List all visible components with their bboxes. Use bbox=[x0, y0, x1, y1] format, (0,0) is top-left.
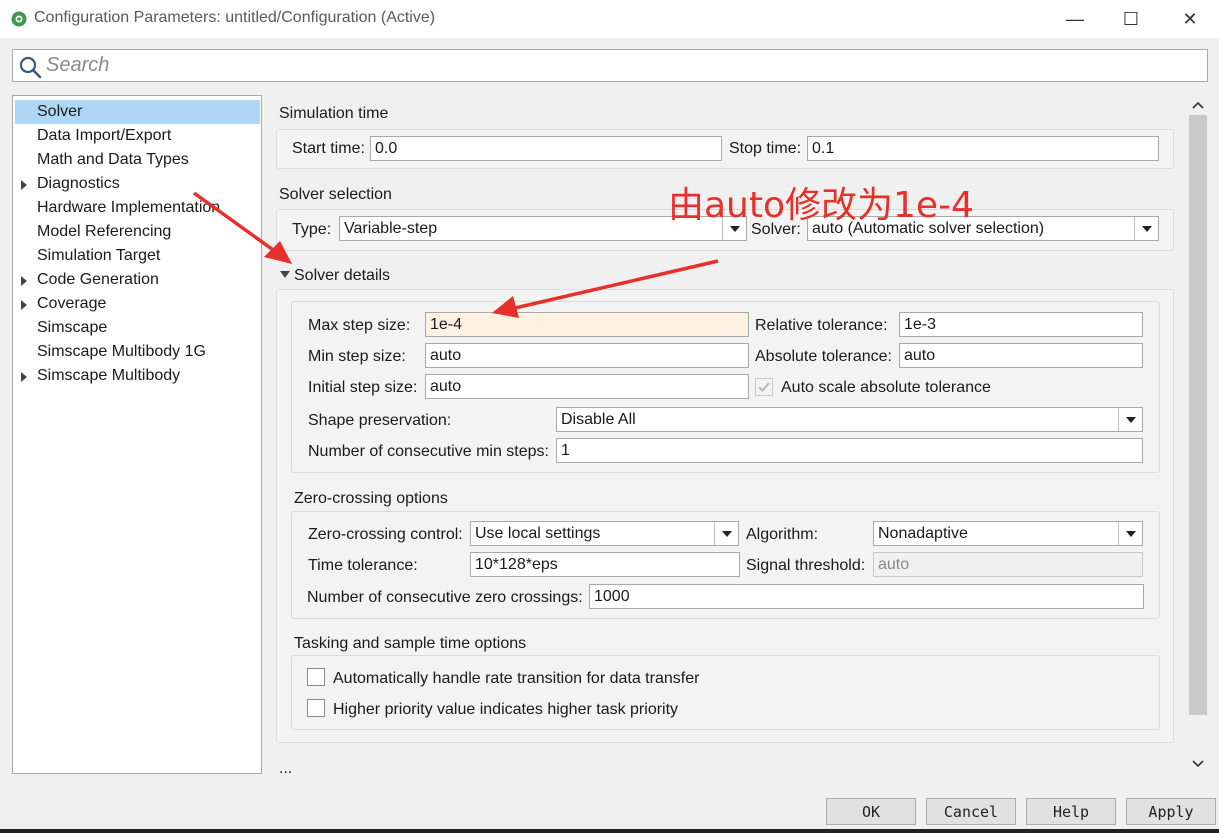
auto-scale-label: Auto scale absolute tolerance bbox=[781, 379, 991, 396]
consecutive-zero-crossings-label: Number of consecutive zero crossings: bbox=[307, 589, 583, 606]
tree-item-label: Simscape Multibody 1G bbox=[37, 343, 206, 360]
time-tolerance-label: Time tolerance: bbox=[308, 557, 418, 574]
signal-threshold-label: Signal threshold: bbox=[746, 557, 866, 574]
type-label: Type: bbox=[292, 221, 332, 238]
consecutive-zero-crossings-field[interactable]: 1000 bbox=[589, 584, 1144, 609]
tree-item-label: Code Generation bbox=[37, 271, 159, 288]
tree-item-diagnostics[interactable]: Diagnostics bbox=[15, 172, 260, 196]
simulink-gear-icon bbox=[11, 11, 27, 27]
expand-triangle-icon[interactable] bbox=[21, 372, 27, 382]
tree-item-label: Diagnostics bbox=[37, 175, 120, 192]
shape-preservation-label: Shape preservation: bbox=[308, 412, 452, 429]
priority-checkbox[interactable] bbox=[307, 699, 325, 717]
chevron-down-icon[interactable] bbox=[1134, 217, 1158, 240]
section-title-tasking: Tasking and sample time options bbox=[294, 635, 527, 652]
section-title-simulation-time: Simulation time bbox=[279, 105, 389, 122]
tree-item-label: Model Referencing bbox=[37, 223, 172, 240]
tree-item-hardware-implementation[interactable]: Hardware Implementation bbox=[15, 196, 260, 220]
tree-item-simscape-multibody-1g[interactable]: Simscape Multibody 1G bbox=[15, 340, 260, 364]
tree-item-simulation-target[interactable]: Simulation Target bbox=[15, 244, 260, 268]
chevron-down-icon bbox=[1192, 760, 1204, 768]
expand-triangle-icon[interactable] bbox=[21, 276, 27, 286]
initial-step-size-label: Initial step size: bbox=[308, 379, 418, 396]
collapse-triangle-icon[interactable] bbox=[280, 271, 290, 278]
tree-item-solver[interactable]: Solver bbox=[15, 100, 260, 124]
ok-button[interactable]: OK bbox=[826, 798, 916, 825]
max-step-size-field[interactable]: 1e-4 bbox=[425, 312, 749, 337]
tree-item-model-referencing[interactable]: Model Referencing bbox=[15, 220, 260, 244]
tree-item-label: Simscape bbox=[37, 319, 108, 336]
min-step-size-field[interactable]: auto bbox=[425, 343, 749, 368]
cancel-button[interactable]: Cancel bbox=[926, 798, 1016, 825]
algorithm-dropdown[interactable]: Nonadaptive bbox=[873, 521, 1143, 546]
close-button[interactable]: ✕ bbox=[1161, 0, 1219, 38]
tree-item-label: Coverage bbox=[37, 295, 107, 312]
checkmark-icon bbox=[758, 382, 770, 392]
minimize-button[interactable]: — bbox=[1046, 0, 1104, 38]
section-title-zero-crossing: Zero-crossing options bbox=[294, 490, 448, 507]
priority-label: Higher priority value indicates higher t… bbox=[333, 701, 679, 718]
tree-item-label: Math and Data Types bbox=[37, 151, 189, 168]
tree-item-label: Simscape Multibody bbox=[37, 367, 181, 384]
more-ellipsis[interactable]: ... bbox=[279, 760, 292, 778]
auto-scale-checkbox[interactable] bbox=[755, 378, 773, 396]
stop-time-field[interactable]: 0.1 bbox=[807, 136, 1159, 161]
start-time-label: Start time: bbox=[292, 140, 365, 157]
scroll-down-button[interactable] bbox=[1188, 754, 1208, 774]
rate-transition-checkbox[interactable] bbox=[307, 668, 325, 686]
zero-crossing-control-value: Use local settings bbox=[475, 525, 601, 542]
rate-transition-label: Automatically handle rate transition for… bbox=[333, 670, 700, 687]
relative-tolerance-field[interactable]: 1e-3 bbox=[899, 312, 1143, 337]
scroll-up-button[interactable] bbox=[1188, 95, 1208, 115]
initial-step-size-field[interactable]: auto bbox=[425, 374, 749, 399]
algorithm-value: Nonadaptive bbox=[878, 525, 968, 542]
max-step-size-label: Max step size: bbox=[308, 317, 411, 334]
tree-item-label: Hardware Implementation bbox=[37, 199, 221, 216]
consecutive-min-steps-field[interactable]: 1 bbox=[556, 438, 1143, 463]
tree-item-code-generation[interactable]: Code Generation bbox=[15, 268, 260, 292]
absolute-tolerance-label: Absolute tolerance: bbox=[755, 348, 892, 365]
tree-item-label: Data Import/Export bbox=[37, 127, 172, 144]
expand-triangle-icon[interactable] bbox=[21, 300, 27, 310]
apply-button[interactable]: Apply bbox=[1126, 798, 1216, 825]
annotation-text: 由auto修改为1e-4 bbox=[668, 185, 974, 226]
window-title: Configuration Parameters: untitled/Confi… bbox=[34, 9, 436, 26]
category-tree: Solver Data Import/Export Math and Data … bbox=[12, 95, 262, 774]
tree-item-data-import-export[interactable]: Data Import/Export bbox=[15, 124, 260, 148]
relative-tolerance-label: Relative tolerance: bbox=[755, 317, 888, 334]
zero-crossing-control-dropdown[interactable]: Use local settings bbox=[470, 521, 739, 546]
chevron-down-icon[interactable] bbox=[714, 522, 738, 545]
tree-item-simscape[interactable]: Simscape bbox=[15, 316, 260, 340]
maximize-button[interactable]: ☐ bbox=[1102, 0, 1160, 38]
section-title-solver-details[interactable]: Solver details bbox=[294, 267, 390, 285]
type-dropdown-value: Variable-step bbox=[344, 220, 438, 237]
tree-item-math-and-data-types[interactable]: Math and Data Types bbox=[15, 148, 260, 172]
chevron-down-icon[interactable] bbox=[1118, 408, 1142, 431]
shape-preservation-dropdown[interactable]: Disable All bbox=[556, 407, 1143, 432]
section-title-solver-selection: Solver selection bbox=[279, 186, 392, 203]
min-step-size-label: Min step size: bbox=[308, 348, 406, 365]
algorithm-label: Algorithm: bbox=[746, 526, 819, 543]
help-button[interactable]: Help bbox=[1026, 798, 1116, 825]
bottom-edge bbox=[0, 829, 1219, 833]
absolute-tolerance-field[interactable]: auto bbox=[899, 343, 1143, 368]
tree-item-simscape-multibody[interactable]: Simscape Multibody bbox=[15, 364, 260, 388]
time-tolerance-field[interactable]: 10*128*eps bbox=[470, 552, 740, 577]
scrollbar-thumb[interactable] bbox=[1189, 115, 1207, 715]
shape-preservation-value: Disable All bbox=[561, 411, 636, 428]
tree-item-coverage[interactable]: Coverage bbox=[15, 292, 260, 316]
expand-triangle-icon[interactable] bbox=[21, 180, 27, 190]
stop-time-label: Stop time: bbox=[729, 140, 802, 157]
consecutive-min-steps-label: Number of consecutive min steps: bbox=[308, 443, 549, 460]
signal-threshold-field: auto bbox=[873, 552, 1143, 577]
start-time-field[interactable]: 0.0 bbox=[370, 136, 722, 161]
zero-crossing-control-label: Zero-crossing control: bbox=[308, 526, 463, 543]
chevron-down-icon[interactable] bbox=[1118, 522, 1142, 545]
tree-item-label: Solver bbox=[37, 103, 83, 120]
tree-item-label: Simulation Target bbox=[37, 247, 161, 264]
chevron-up-icon bbox=[1192, 101, 1204, 109]
search-icon bbox=[19, 56, 42, 79]
search-input[interactable] bbox=[46, 52, 1196, 78]
